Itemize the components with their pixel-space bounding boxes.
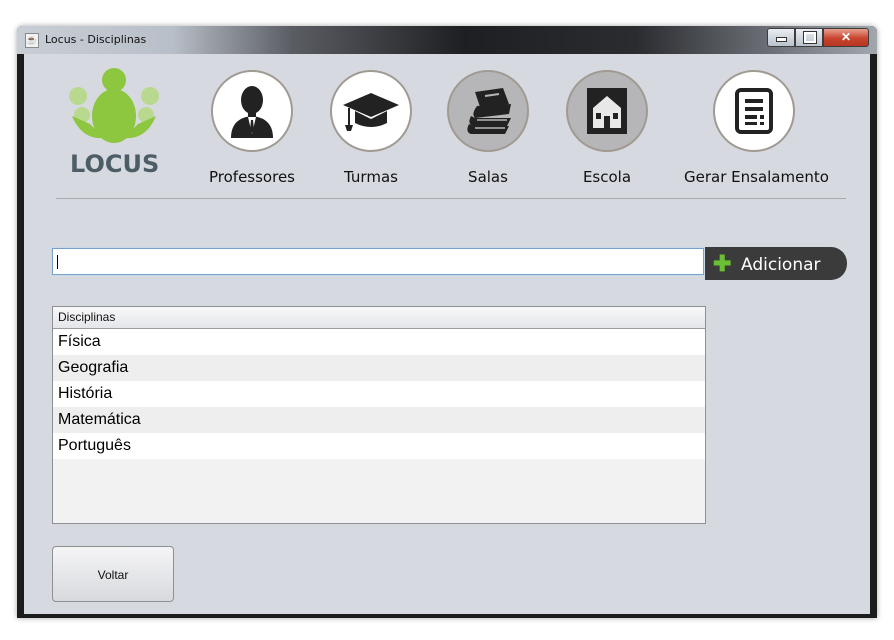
logo-text: LOCUS (70, 150, 160, 178)
nav-turmas-circle[interactable] (330, 70, 412, 152)
disciplina-input[interactable] (51, 247, 705, 276)
maximize-button[interactable] (795, 28, 823, 47)
nav-salas-circle[interactable] (447, 70, 529, 152)
close-button[interactable]: ✕ (823, 28, 869, 47)
graduation-cap-icon (343, 93, 399, 131)
nav-salas-label: Salas (468, 168, 508, 186)
table-row[interactable]: Matemática (53, 407, 705, 433)
nav-professores-label: Professores (209, 168, 295, 186)
school-building-icon (587, 88, 627, 134)
nav-professores-circle[interactable] (211, 70, 293, 152)
window-title: Locus - Disciplinas (45, 33, 147, 46)
window-controls: ✕ (767, 28, 869, 47)
nav-escola-label: Escola (582, 168, 632, 186)
table-row[interactable]: História (53, 381, 705, 407)
text-caret (57, 255, 58, 269)
nav-turmas-label: Turmas (344, 168, 398, 186)
plus-icon: ✚ (713, 251, 732, 276)
nav-gerar-ensalamento[interactable]: Gerar Ensalamento (684, 70, 829, 190)
main-panel: LOCUS Professores Turmas Salas Escola Ge… (24, 54, 870, 614)
table-header-disciplinas[interactable]: Disciplinas (53, 307, 705, 329)
table-row[interactable]: Português (53, 433, 705, 459)
nav-escola-circle[interactable] (566, 70, 648, 152)
java-app-icon: ☕ (25, 33, 39, 48)
books-icon (467, 88, 511, 134)
table-row[interactable]: Geografia (53, 355, 705, 381)
locus-logo: LOCUS (64, 66, 164, 178)
nav-gerar-ensalamento-label: Gerar Ensalamento (684, 168, 829, 186)
back-button[interactable]: Voltar (52, 546, 174, 602)
app-window: ☕ Locus - Disciplinas ✕ LOCUS Professore… (17, 26, 877, 618)
nav-professores[interactable]: Professores (206, 70, 298, 190)
person-suit-icon (231, 86, 273, 138)
nav-salas[interactable]: Salas (442, 70, 534, 190)
add-button-label: Adicionar (741, 255, 821, 275)
document-icon (735, 88, 773, 134)
nav-gerar-ensalamento-circle[interactable] (713, 70, 795, 152)
nav-escola[interactable]: Escola (561, 70, 653, 190)
add-button[interactable]: ✚ Adicionar (705, 247, 847, 280)
disciplinas-table: Disciplinas Física Geografia História Ma… (52, 306, 706, 524)
nav-turmas[interactable]: Turmas (325, 70, 417, 190)
table-row[interactable]: Física (53, 329, 705, 355)
minimize-button[interactable] (767, 28, 795, 47)
header-divider (56, 198, 846, 199)
title-bar: ☕ Locus - Disciplinas ✕ (17, 26, 877, 54)
close-icon: ✕ (840, 30, 852, 44)
locus-logo-icon (69, 68, 159, 143)
